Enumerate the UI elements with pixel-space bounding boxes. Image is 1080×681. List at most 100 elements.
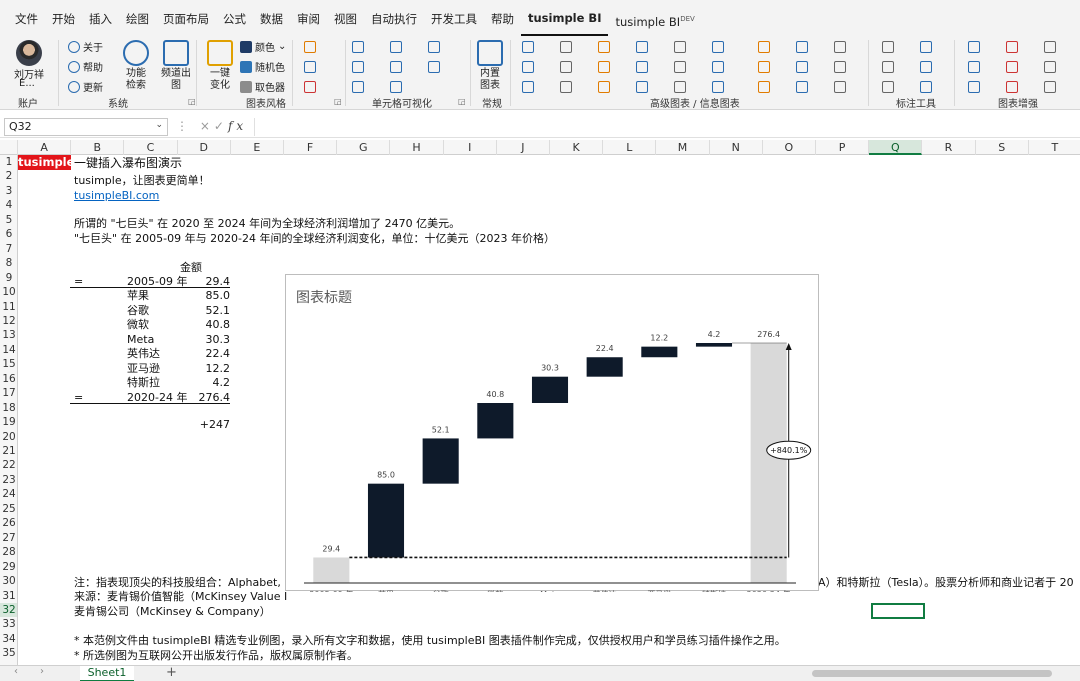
feature-search-button[interactable]: 功能 检索 [122,40,150,92]
table-value-cell[interactable]: 40.8 [188,318,231,332]
row-header[interactable]: 5 [0,213,17,227]
amount-header[interactable]: 金额 [180,261,202,275]
chart-type-icon[interactable] [882,61,894,73]
column-header[interactable]: H [390,140,444,155]
dialog-launcher-icon[interactable]: ◲ [188,97,196,106]
select-all-corner[interactable] [0,140,18,155]
table-label-cell[interactable]: 微软 [127,318,149,332]
column-header[interactable]: A [18,140,72,155]
table-label-cell[interactable]: 特斯拉 [127,376,160,390]
chart-type-icon[interactable] [834,61,846,73]
chart-type-icon[interactable] [968,61,980,73]
table-icon[interactable] [352,41,364,53]
color-button[interactable]: 颜色 ⌄ [240,39,286,54]
row-header[interactable]: 31 [0,589,17,603]
row-header[interactable]: 9 [0,271,17,285]
website-link[interactable]: tusimpleBI.com [74,189,159,203]
formula-input[interactable] [254,118,1076,136]
sort-icon[interactable] [390,61,402,73]
chart-type-icon[interactable] [1006,41,1018,53]
column-header[interactable]: Q [869,140,923,155]
menu-tab[interactable]: 自动执行 [364,0,424,36]
one-click-change-button[interactable]: 一键 变化 [204,40,236,92]
chart-type-icon[interactable] [1006,61,1018,73]
font-color-icon[interactable] [304,81,316,93]
chart-type-icon[interactable] [560,61,572,73]
selected-cell[interactable] [871,603,925,619]
chart-type-icon[interactable] [712,41,724,53]
next-sheet-icon[interactable]: › [40,666,44,677]
update-button[interactable]: 更新 [68,79,103,94]
row-header[interactable]: 33 [0,617,17,631]
row-header[interactable]: 4 [0,198,17,212]
chart-type-icon[interactable] [598,81,610,93]
column-header[interactable]: L [603,140,657,155]
table-value-cell[interactable]: 52.1 [188,304,231,318]
column-header[interactable]: N [710,140,763,155]
row-header[interactable]: 18 [0,401,17,415]
enter-icon[interactable]: ✓ [214,119,228,133]
menu-tab[interactable]: 开始 [45,0,82,36]
bar-icon[interactable] [352,61,364,73]
source-cell-2[interactable]: 麦肯锡公司（McKinsey & Company） [74,605,271,619]
chart-type-icon[interactable] [636,81,648,93]
row-header[interactable]: 25 [0,502,17,516]
chart-type-icon[interactable] [522,61,534,73]
chart-type-icon[interactable] [636,41,648,53]
layout-icon[interactable] [428,41,440,53]
row-header[interactable]: 35 [0,646,17,660]
help-button[interactable]: 帮助 [68,59,103,74]
row-header[interactable]: 20 [0,430,17,444]
chart-type-icon[interactable] [1044,41,1056,53]
waterfall-chart[interactable]: 图表标题 29.42005-09 年85.0苹果52.1谷歌40.8微软30.3… [285,274,819,592]
chart-type-icon[interactable] [560,41,572,53]
waterfall-bar[interactable] [477,403,514,439]
column-header[interactable]: K [550,140,604,155]
name-box[interactable]: Q32 ⌄ [4,118,168,136]
chart-type-icon[interactable] [920,61,932,73]
table-label-cell[interactable]: 英伟达 [127,347,160,361]
chart-type-icon[interactable] [636,61,648,73]
tagline-cell[interactable]: tusimple，让图表更简单！ [74,174,210,188]
chart-type-icon[interactable] [882,81,894,93]
row-header[interactable]: 11 [0,300,17,314]
row-header[interactable]: 26 [0,516,17,530]
chart-type-icon[interactable] [882,41,894,53]
table-value-cell[interactable]: 12.2 [188,362,231,376]
align-icon[interactable] [390,41,402,53]
table-label-cell[interactable]: Meta [127,333,154,347]
menu-tab[interactable]: 开发工具 [424,0,484,36]
row-header[interactable]: 16 [0,372,17,386]
dialog-launcher-icon[interactable]: ◲ [334,97,342,106]
row-header[interactable]: 13 [0,328,17,342]
table-label-cell[interactable]: 谷歌 [127,304,149,318]
source-cell[interactable]: 来源：麦肯锡价值智能（McKinsey Value I [74,590,287,604]
menu-tab[interactable]: 绘图 [119,0,156,36]
chart-type-icon[interactable] [968,41,980,53]
table-label-cell[interactable]: 苹果 [127,289,149,303]
eyedropper-button[interactable]: 取色器 [240,79,285,94]
summary-cell[interactable]: 所谓的 "七巨头" 在 2020 至 2024 年间为全球经济利润增加了 247… [74,217,460,231]
chart-type-icon[interactable] [712,61,724,73]
menu-tab[interactable]: 页面布局 [156,0,216,36]
table-value-cell[interactable]: 22.4 [188,347,231,361]
chart-type-icon[interactable] [758,41,770,53]
table-icon[interactable] [428,61,440,73]
menu-tab[interactable]: 数据 [253,0,290,36]
row-header[interactable]: 15 [0,357,17,371]
pie-icon[interactable] [352,81,364,93]
column-header[interactable]: O [763,140,816,155]
grid-icon[interactable] [390,81,402,93]
column-header[interactable]: E [231,140,284,155]
brand-cell[interactable]: tusimple [18,155,74,170]
menu-tab[interactable]: 文件 [8,0,45,36]
row-header[interactable]: 24 [0,487,17,501]
chart-type-icon[interactable] [522,41,534,53]
column-header[interactable]: T [1029,140,1080,155]
menu-tab[interactable]: 视图 [327,0,364,36]
row-header[interactable]: 28 [0,545,17,559]
chart-type-icon[interactable] [796,81,808,93]
row-header[interactable]: 19 [0,415,17,429]
chart-type-icon[interactable] [1044,81,1056,93]
chart-type-icon[interactable] [1044,61,1056,73]
